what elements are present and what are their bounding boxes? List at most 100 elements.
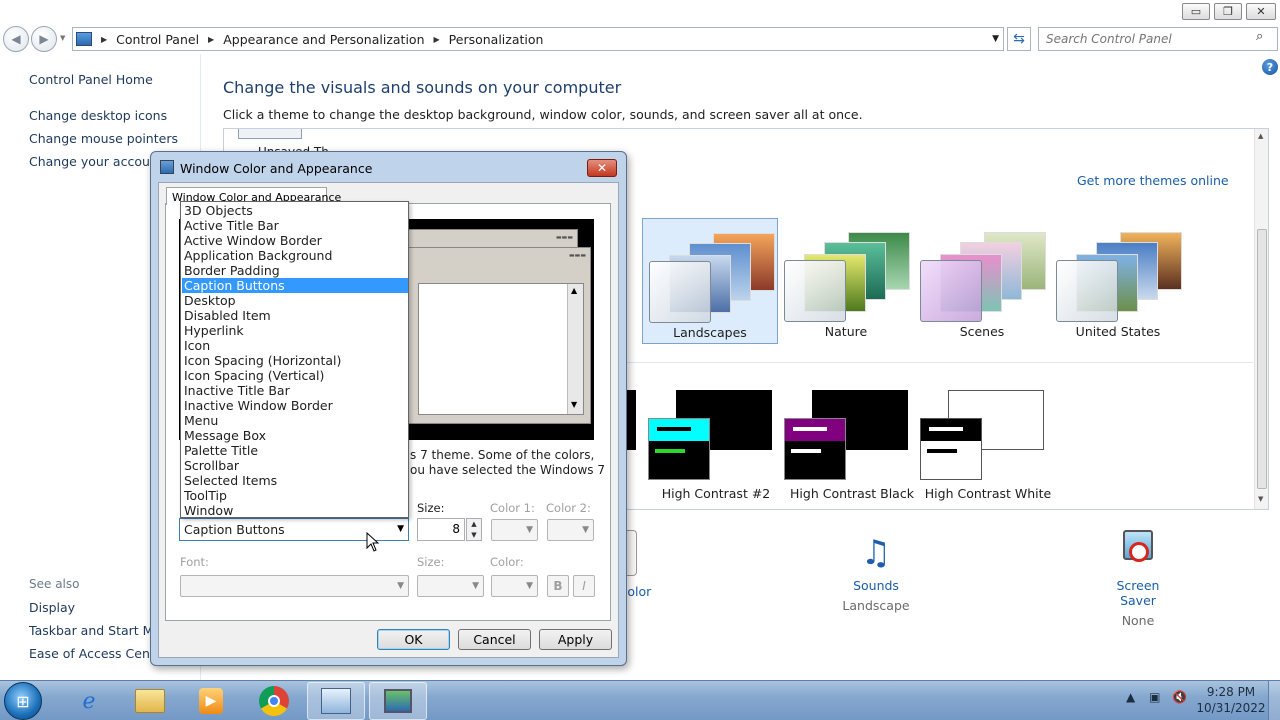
clock-date: 10/31/2022 <box>1196 701 1266 715</box>
cancel-button[interactable]: Cancel <box>458 629 531 650</box>
dropdown-option[interactable]: Scrollbar <box>182 458 408 473</box>
screen-saver-link[interactable]: Screen Saver <box>1098 578 1178 608</box>
theme-high-contrast-2[interactable]: High Contrast #2 <box>648 390 784 510</box>
show-desktop-button[interactable] <box>1268 681 1280 720</box>
hc-theme-partial[interactable] <box>626 390 636 450</box>
color1-picker[interactable]: ▼ <box>491 519 538 541</box>
dropdown-option[interactable]: Active Title Bar <box>182 218 408 233</box>
dropdown-option[interactable]: 3D Objects <box>182 203 408 218</box>
breadcrumb-separator-icon: ▶ <box>433 34 440 44</box>
taskbar-display-settings[interactable] <box>369 682 427 720</box>
theme-nature[interactable]: Nature <box>778 218 914 344</box>
dropdown-option[interactable]: ToolTip <box>182 488 408 503</box>
theme-landscapes[interactable]: Landscapes <box>642 218 778 344</box>
change-desktop-icons-link[interactable]: Change desktop icons <box>29 108 167 123</box>
theme-high-contrast-black[interactable]: High Contrast Black <box>784 390 920 510</box>
change-mouse-pointers-link[interactable]: Change mouse pointers <box>29 131 178 146</box>
refresh-button[interactable]: ⇆ <box>1007 27 1031 51</box>
breadcrumb-control-panel[interactable]: Control Panel <box>116 32 199 47</box>
dialog-close-button[interactable]: ✕ <box>587 159 617 177</box>
theme-scenes[interactable]: Scenes <box>914 218 1050 344</box>
dropdown-option[interactable]: Icon <box>182 338 408 353</box>
maximize-button[interactable]: ❐ <box>1214 3 1242 20</box>
theme-united-states[interactable]: United States <box>1050 218 1186 344</box>
dropdown-option[interactable]: Hyperlink <box>182 323 408 338</box>
address-dropdown-icon[interactable]: ▼ <box>992 34 999 44</box>
taskbar-media-player[interactable]: ▶ <box>182 682 240 720</box>
dropdown-option[interactable]: Caption Buttons <box>182 278 408 293</box>
theme-high-contrast-white[interactable]: High Contrast White <box>920 390 1056 510</box>
apply-button[interactable]: Apply <box>539 629 612 650</box>
font-color-picker[interactable]: ▼ <box>491 575 538 597</box>
scroll-down-icon: ▼ <box>571 400 578 409</box>
size-spinner[interactable]: ▲ ▼ <box>466 518 482 541</box>
chevron-down-icon: ▼ <box>472 581 479 591</box>
dropdown-option[interactable]: Application Background <box>182 248 408 263</box>
taskbar-chrome[interactable] <box>245 682 303 720</box>
item-size-input[interactable]: 8 <box>417 518 465 541</box>
taskbar-file-explorer[interactable] <box>121 682 179 720</box>
ok-button[interactable]: OK <box>377 629 450 650</box>
dialog-description-line1: s 7 theme. Some of the colors, <box>410 448 595 462</box>
dropdown-option[interactable]: Palette Title <box>182 443 408 458</box>
italic-button[interactable]: I <box>573 575 595 597</box>
mouse-cursor-icon <box>366 532 380 552</box>
dropdown-option[interactable]: Inactive Title Bar <box>182 383 408 398</box>
color2-label: Color 2: <box>546 501 591 515</box>
get-more-themes-link[interactable]: Get more themes online <box>1077 173 1229 188</box>
color2-picker[interactable]: ▼ <box>547 519 594 541</box>
unsaved-theme-thumbnail[interactable] <box>238 129 302 139</box>
dropdown-option[interactable]: Inactive Window Border <box>182 398 408 413</box>
close-button[interactable]: ✕ <box>1246 3 1276 20</box>
internet-explorer-icon: ℯ <box>82 688 96 714</box>
help-icon[interactable]: ? <box>1262 59 1278 75</box>
font-select[interactable]: ▼ <box>180 575 409 597</box>
scenes-thumbnail <box>918 226 1046 322</box>
minimize-button[interactable]: ▭ <box>1182 3 1210 20</box>
dropdown-option[interactable]: Border Padding <box>182 263 408 278</box>
preview-scrollbar: ▲ ▼ <box>567 284 583 414</box>
breadcrumb[interactable]: ▶ Control Panel ▶ Appearance and Persona… <box>72 27 1004 51</box>
scroll-thumb[interactable] <box>1257 229 1267 489</box>
forward-button[interactable]: ▶ <box>31 26 57 52</box>
network-icon[interactable]: ▣ <box>1149 690 1160 704</box>
volume-muted-icon[interactable]: 🔇 <box>1172 690 1187 704</box>
start-button[interactable]: ⊞ <box>4 682 42 720</box>
breadcrumb-appearance[interactable]: Appearance and Personalization <box>223 32 424 47</box>
theme-scrollbar[interactable]: ▲ ▼ <box>1254 129 1268 509</box>
recent-pages-dropdown[interactable]: ▼ <box>60 34 65 42</box>
scroll-down-icon[interactable]: ▼ <box>1258 495 1263 503</box>
dropdown-option[interactable]: Selected Items <box>182 473 408 488</box>
dropdown-option[interactable]: Menu <box>182 413 408 428</box>
dropdown-option[interactable]: Active Window Border <box>182 233 408 248</box>
search-icon[interactable]: ⌕ <box>1256 29 1263 44</box>
control-panel-home-link[interactable]: Control Panel Home <box>29 72 153 87</box>
dropdown-option[interactable]: Desktop <box>182 293 408 308</box>
search-input[interactable] <box>1038 27 1278 51</box>
sounds-item[interactable]: ♫ Sounds Landscape <box>836 528 916 613</box>
font-size-select[interactable]: ▼ <box>417 575 484 597</box>
dropdown-option[interactable]: Disabled Item <box>182 308 408 323</box>
bold-button[interactable]: B <box>547 575 569 597</box>
spin-down-icon[interactable]: ▼ <box>471 531 476 539</box>
window-title-bar <box>0 0 1280 24</box>
show-hidden-icons-icon[interactable]: ▲ <box>1126 690 1135 704</box>
taskbar-control-panel[interactable] <box>307 682 365 720</box>
scroll-up-icon[interactable]: ▲ <box>1258 132 1263 140</box>
dropdown-option[interactable]: Window <box>182 503 408 518</box>
clock[interactable]: 9:28 PM 10/31/2022 <box>1196 684 1266 716</box>
back-button[interactable]: ◀ <box>3 26 29 52</box>
dropdown-option[interactable]: Message Box <box>182 428 408 443</box>
taskbar-internet-explorer[interactable]: ℯ <box>60 682 118 720</box>
screen-saver-item[interactable]: Screen Saver None <box>1098 528 1178 628</box>
ease-of-access-link[interactable]: Ease of Access Center <box>29 646 168 661</box>
page-subtitle: Click a theme to change the desktop back… <box>223 107 863 122</box>
theme-label: Scenes <box>959 324 1005 339</box>
clock-time: 9:28 PM <box>1206 685 1256 699</box>
display-link[interactable]: Display <box>29 600 75 615</box>
breadcrumb-personalization[interactable]: Personalization <box>449 32 544 47</box>
dropdown-option[interactable]: Icon Spacing (Horizontal) <box>182 353 408 368</box>
dropdown-option[interactable]: Icon Spacing (Vertical) <box>182 368 408 383</box>
sounds-link[interactable]: Sounds <box>836 578 916 593</box>
spin-up-icon[interactable]: ▲ <box>471 520 476 528</box>
